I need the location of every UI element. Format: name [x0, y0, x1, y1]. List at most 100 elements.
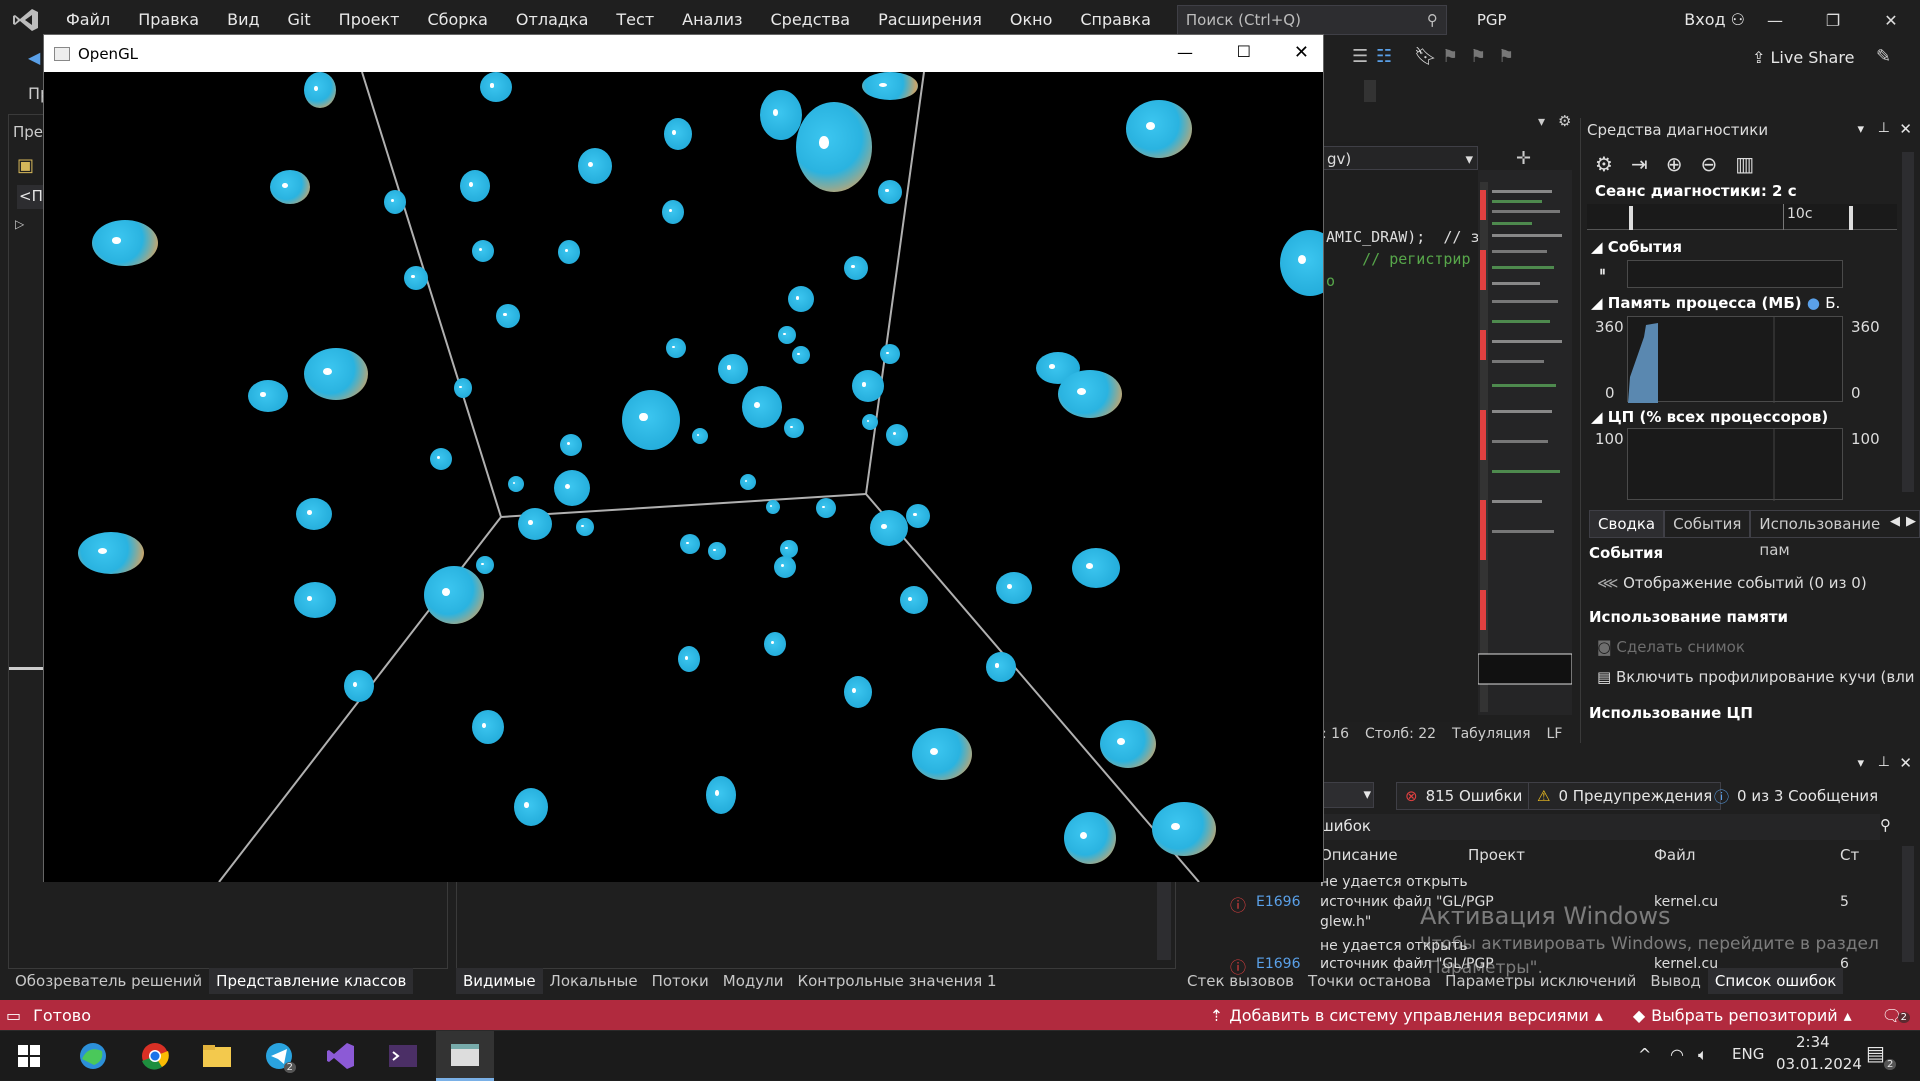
nav-back-icon[interactable]: ◀ — [28, 48, 40, 67]
gl-minimize-button[interactable]: — — [1177, 43, 1193, 62]
summary-heap[interactable]: ▤ Включить профилирование кучи (вли — [1597, 668, 1915, 686]
expand-icon[interactable]: ▷ — [15, 217, 24, 231]
chart-icon[interactable]: ▥ — [1735, 152, 1754, 176]
events-header[interactable]: ◢ События — [1591, 238, 1682, 256]
messages-filter-button[interactable]: ⓘ 0 из 3 Сообщения — [1706, 782, 1886, 810]
tab-modules[interactable]: Модули — [716, 968, 791, 994]
pin-icon[interactable]: ⊥ — [1878, 120, 1890, 136]
errlist-search-icon[interactable]: ⚲ — [1880, 816, 1891, 834]
settings-icon[interactable]: ⚙ — [1595, 152, 1613, 176]
code-editor[interactable]: AMIC_DRAW); // з // регистрир о — [1322, 142, 1480, 732]
clock-time[interactable]: 2:34 — [1796, 1033, 1830, 1051]
tray-chevron-icon[interactable]: ^ — [1638, 1045, 1651, 1064]
tab-summary[interactable]: Сводка — [1589, 510, 1665, 538]
errlist-close-icon[interactable]: ✕ — [1899, 754, 1912, 772]
telegram-app[interactable]: 2 — [250, 1031, 308, 1081]
minimap[interactable] — [1477, 170, 1573, 715]
opengl-canvas[interactable] — [44, 72, 1323, 882]
language-indicator[interactable]: ENG — [1732, 1045, 1764, 1063]
gl-close-button[interactable]: ✕ — [1294, 42, 1309, 63]
timeline-end-handle[interactable] — [1849, 206, 1853, 230]
bookmark-next-icon[interactable]: ⚑ — [1470, 46, 1486, 67]
live-share-button[interactable]: ⇪ Live Share — [1752, 48, 1854, 67]
memory-header[interactable]: ◢ Память процесса (МБ) ● Б. — [1591, 294, 1840, 312]
timeline-start-handle[interactable] — [1629, 206, 1633, 230]
notification-center-icon[interactable]: ▤ — [1866, 1041, 1885, 1065]
errors-filter-button[interactable]: ⊗ 815 Ошибки — [1396, 782, 1532, 810]
zoom-out-icon[interactable]: ⊖ — [1700, 152, 1717, 176]
tab-output[interactable]: Вывод — [1643, 968, 1708, 994]
summary-snapshot[interactable]: ◙ Сделать снимок — [1597, 638, 1745, 656]
class-combo[interactable]: <П — [17, 185, 45, 209]
outdent-icon[interactable]: ☷ — [1376, 46, 1392, 67]
signin-link[interactable]: Вход ⚇ — [1684, 0, 1745, 40]
split-editor-icon[interactable]: ✛ — [1516, 148, 1531, 169]
errlist-search[interactable]: шибок — [1320, 814, 1880, 840]
opengl-app[interactable] — [436, 1031, 494, 1081]
tab-solution-explorer[interactable]: Обозреватель решений — [8, 968, 209, 994]
warnings-filter-button[interactable]: ⚠ 0 Предупреждения — [1528, 782, 1722, 810]
clock-date[interactable]: 03.01.2024 — [1776, 1055, 1862, 1073]
indent-icon[interactable]: ☰ — [1352, 46, 1368, 67]
status-eol[interactable]: LF — [1547, 726, 1563, 742]
tab-threads[interactable]: Потоки — [645, 968, 716, 994]
folder-icon[interactable]: ▣ — [17, 155, 34, 176]
bookmark-clear-icon[interactable]: ⚑ — [1498, 46, 1514, 67]
bookmark-prev-icon[interactable]: ⚑ — [1442, 46, 1458, 67]
tab-breakpoints[interactable]: Точки останова — [1301, 968, 1438, 994]
vs-close-button[interactable]: ✕ — [1862, 0, 1920, 40]
summary-events-item[interactable]: ⋘ Отображение событий (0 из 0) — [1597, 574, 1867, 592]
tab-class-view[interactable]: Представление классов — [209, 968, 414, 994]
tab-events[interactable]: События — [1664, 510, 1751, 538]
opengl-titlebar[interactable]: OpenGL — ☐ ✕ — [44, 35, 1323, 72]
editor-settings-icon[interactable]: ⚙ — [1558, 112, 1571, 130]
notifications-button[interactable]: 🗨︎ 2 — [1882, 1006, 1910, 1025]
tabs-left-arrow-icon[interactable]: ◀ — [1890, 514, 1900, 529]
output-icon[interactable]: ▭ — [6, 1006, 21, 1025]
feedback-icon[interactable]: ✎ — [1876, 46, 1891, 67]
bookmark-icon[interactable]: 🔖︎ — [1414, 46, 1437, 67]
gl-maximize-button[interactable]: ☐ — [1237, 42, 1251, 61]
tabs-right-arrow-icon[interactable]: ▶ — [1906, 514, 1916, 529]
tab-error-list[interactable]: Список ошибок — [1707, 968, 1844, 994]
scope-combo[interactable]: ▾ — [1320, 782, 1374, 808]
add-to-vcs-button[interactable]: ⇡ Добавить в систему управления версиями ▴ — [1210, 1006, 1603, 1025]
tab-locals[interactable]: Локальные — [543, 968, 645, 994]
tab-watch-1[interactable]: Контрольные значения 1 — [790, 968, 1003, 994]
errlist-pin-icon[interactable]: ⊥ — [1878, 754, 1890, 770]
tab-autos[interactable]: Видимые — [456, 968, 543, 994]
edge-app[interactable] — [64, 1031, 122, 1081]
errlist-scrollbar[interactable] — [1902, 846, 1914, 962]
col-description[interactable]: Описание — [1320, 846, 1398, 864]
col-line[interactable]: Ст — [1840, 846, 1859, 864]
timeline-ruler[interactable]: 10с — [1587, 204, 1897, 230]
cpu-header[interactable]: ◢ ЦП (% всех процессоров) — [1591, 408, 1828, 426]
wifi-icon[interactable]: ◠ — [1670, 1045, 1684, 1064]
vs-minimize-button[interactable]: — — [1746, 0, 1804, 40]
opengl-window[interactable]: OpenGL — ☐ ✕ — [43, 34, 1324, 882]
panel-menu-icon[interactable]: ▾ — [1857, 122, 1864, 137]
volume-icon[interactable]: 🔈︎ — [1698, 1045, 1708, 1065]
vs-restore-button[interactable]: ❐ — [1804, 0, 1862, 40]
dropdown-fragment[interactable] — [1364, 80, 1376, 102]
pause-icon[interactable]: ⏸ — [1599, 264, 1606, 280]
member-combo[interactable]: gv) ▾ — [1322, 146, 1478, 170]
visual-studio-app[interactable] — [312, 1031, 370, 1081]
errlist-menu-icon[interactable]: ▾ — [1857, 756, 1864, 771]
error-code[interactable]: E1696 — [1256, 894, 1300, 910]
zoom-in-icon[interactable]: ⊕ — [1666, 152, 1683, 176]
select-repo-button[interactable]: ◆ Выбрать репозиторий ▴ — [1633, 1006, 1852, 1025]
search-input[interactable]: Поиск (Ctrl+Q) ⚲ — [1176, 5, 1447, 35]
col-file[interactable]: Файл — [1654, 846, 1695, 864]
terminal-app[interactable] — [374, 1031, 432, 1081]
explorer-app[interactable] — [188, 1031, 246, 1081]
diag-scrollbar[interactable] — [1902, 152, 1914, 492]
tab-call-stack[interactable]: Стек вызовов — [1180, 968, 1301, 994]
close-icon[interactable]: ✕ — [1899, 120, 1912, 138]
watch-scrollbar[interactable] — [1157, 880, 1171, 960]
col-project[interactable]: Проект — [1468, 846, 1525, 864]
status-tab[interactable]: Табуляция — [1452, 726, 1530, 742]
export-icon[interactable]: ⇥ — [1631, 152, 1648, 176]
chrome-app[interactable] — [126, 1031, 184, 1081]
start-button[interactable] — [0, 1031, 58, 1081]
